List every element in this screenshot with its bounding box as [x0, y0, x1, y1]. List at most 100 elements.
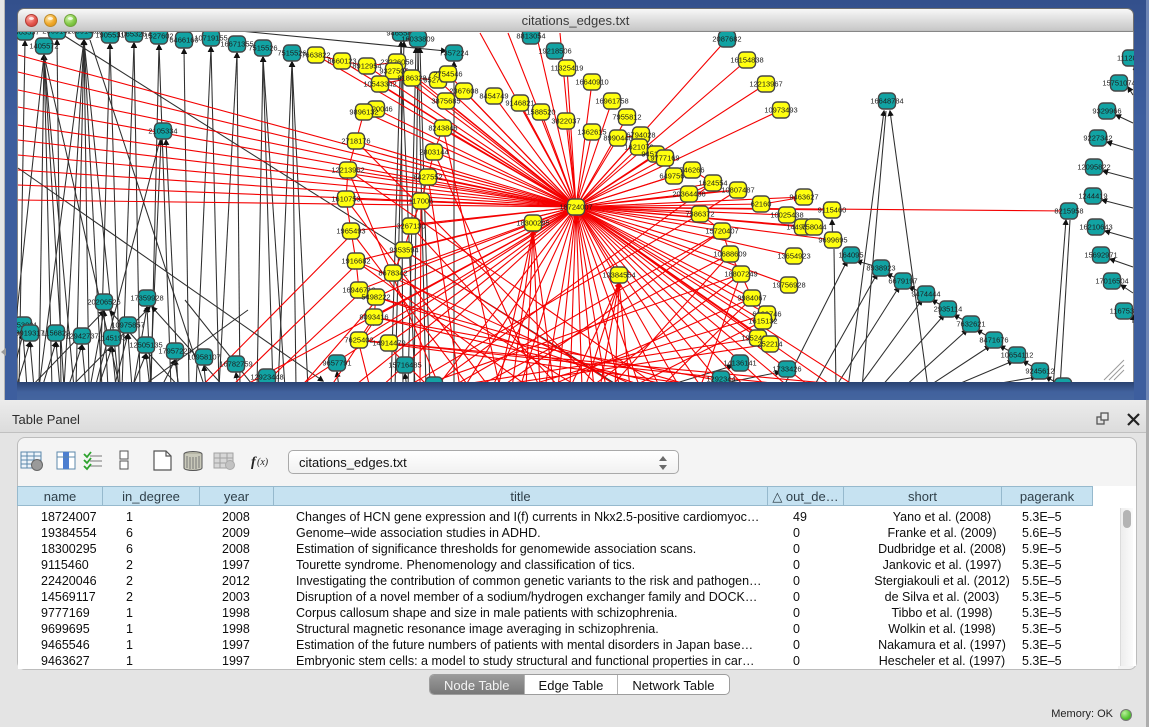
svg-text:2105334: 2105334: [148, 127, 177, 136]
svg-text:3267130: 3267130: [396, 222, 425, 231]
svg-text:12942737: 12942737: [65, 332, 98, 341]
svg-text:2087682: 2087682: [712, 35, 741, 44]
svg-text:758044: 758044: [801, 223, 826, 232]
svg-text:12213962: 12213962: [331, 166, 364, 175]
svg-text:16154838: 16154838: [730, 56, 763, 65]
svg-text:17359928: 17359928: [130, 294, 163, 303]
svg-text:9245081: 9245081: [419, 381, 448, 383]
svg-text:16961758: 16961758: [595, 97, 628, 106]
svg-text:7625402: 7625402: [344, 336, 373, 345]
svg-text:1244419: 1244419: [1078, 192, 1107, 201]
svg-text:13654923: 13654923: [777, 252, 810, 261]
svg-text:9474444: 9474444: [911, 290, 940, 299]
svg-text:8243848: 8243848: [428, 124, 457, 133]
svg-text:1588520: 1588520: [526, 108, 555, 117]
svg-text:16210643: 16210643: [1079, 223, 1112, 232]
svg-text:2803144: 2803144: [419, 148, 448, 157]
svg-text:7955812: 7955812: [612, 113, 641, 122]
svg-text:746266: 746266: [679, 166, 704, 175]
svg-text:10543342: 10543342: [363, 80, 396, 89]
svg-text:62160: 62160: [751, 200, 772, 209]
svg-text:1615132: 1615132: [748, 317, 777, 326]
svg-text:10975857: 10975857: [111, 321, 144, 330]
svg-text:3875685: 3875685: [431, 97, 460, 106]
svg-text:7357224: 7357224: [439, 49, 468, 58]
svg-text:1167533: 1167533: [1110, 307, 1134, 316]
svg-text:16648784: 16648784: [870, 97, 903, 106]
svg-text:7632621: 7632621: [956, 320, 985, 329]
svg-text:9777169: 9777169: [1048, 382, 1077, 383]
svg-text:10654112: 10654112: [1001, 351, 1034, 360]
svg-text:2718176: 2718176: [341, 137, 370, 146]
svg-text:9227342: 9227342: [1083, 134, 1112, 143]
svg-text:1965493: 1965493: [336, 227, 365, 236]
svg-text:3822037: 3822037: [551, 117, 580, 126]
svg-text:8186328: 8186328: [397, 74, 426, 83]
svg-text:9657791: 9657791: [322, 359, 351, 368]
svg-text:7386372: 7386372: [685, 210, 714, 219]
svg-text:1610753: 1610753: [331, 195, 360, 204]
svg-text:1916682: 1916682: [341, 257, 370, 266]
svg-text:9984067: 9984067: [737, 294, 766, 303]
svg-text:16033809: 16033809: [401, 35, 434, 44]
svg-text:1733426: 1733426: [772, 365, 801, 374]
svg-text:15692971: 15692971: [1084, 251, 1117, 260]
svg-text:12213967: 12213967: [749, 80, 782, 89]
svg-text:2754546: 2754546: [433, 70, 462, 79]
svg-text:10688609: 10688609: [713, 250, 746, 259]
svg-text:19218506: 19218506: [538, 47, 571, 56]
svg-text:15751074: 15751074: [1102, 79, 1134, 88]
svg-text:8471676: 8471676: [979, 336, 1008, 345]
svg-text:9245612: 9245612: [1025, 367, 1054, 376]
svg-text:12095822: 12095822: [1077, 163, 1110, 172]
svg-text:6679197: 6679197: [888, 277, 917, 286]
svg-text:7663822: 7663822: [301, 51, 330, 60]
svg-text:7515526: 7515526: [248, 44, 277, 53]
svg-text:9146821: 9146821: [505, 99, 534, 108]
svg-text:117006: 117006: [409, 197, 433, 206]
svg-text:11325419: 11325419: [551, 64, 584, 73]
svg-text:9463627: 9463627: [789, 193, 818, 202]
svg-text:14914479: 14914479: [372, 339, 405, 348]
svg-text:(x): (x): [257, 457, 269, 468]
svg-text:9777169: 9777169: [650, 154, 679, 163]
svg-text:1145193: 1145193: [98, 334, 127, 343]
svg-text:18807249: 18807249: [724, 270, 757, 279]
svg-text:1292344: 1292344: [706, 375, 735, 383]
svg-text:8813054: 8813054: [516, 32, 545, 41]
svg-text:9699695: 9699695: [818, 236, 847, 245]
svg-text:1362615: 1362615: [577, 128, 606, 137]
svg-text:9115460: 9115460: [818, 206, 847, 215]
svg-text:20206526: 20206526: [87, 298, 120, 307]
svg-text:8215958: 8215958: [1054, 207, 1083, 216]
svg-text:1903557: 1903557: [17, 32, 40, 37]
svg-text:15720407: 15720407: [705, 227, 738, 236]
svg-text:9896132: 9896132: [349, 108, 378, 117]
svg-text:16640910: 16640910: [575, 78, 608, 87]
svg-text:16782759: 16782759: [219, 360, 252, 369]
svg-text:8938923: 8938923: [866, 264, 895, 273]
svg-text:2935114: 2935114: [934, 305, 963, 314]
svg-text:10973493: 10973493: [764, 106, 797, 115]
svg-text:5498222: 5498222: [361, 293, 390, 302]
svg-text:1112847: 1112847: [1117, 54, 1134, 63]
svg-text:10958107: 10958107: [187, 353, 220, 362]
svg-text:12923448: 12923448: [250, 373, 283, 382]
svg-text:164095: 164095: [838, 251, 863, 260]
svg-text:18300295: 18300295: [516, 219, 549, 228]
svg-text:8093416: 8093416: [359, 313, 388, 322]
svg-text:18724007: 18724007: [559, 203, 592, 212]
svg-text:8454749: 8454749: [479, 92, 508, 101]
svg-text:6794028: 6794028: [626, 131, 655, 140]
svg-text:10807487: 10807487: [721, 186, 754, 195]
svg-text:8427552: 8427552: [413, 173, 442, 182]
svg-text:8678342: 8678342: [378, 269, 407, 278]
svg-text:252214: 252214: [757, 340, 782, 349]
svg-text:15716485: 15716485: [388, 361, 421, 370]
svg-text:17016504: 17016504: [1095, 277, 1128, 286]
svg-text:14136141: 14136141: [723, 359, 756, 368]
svg-text:19384554: 19384554: [602, 271, 635, 280]
svg-text:9329966: 9329966: [1092, 107, 1121, 116]
svg-text:19756928: 19756928: [772, 281, 805, 290]
svg-text:9353594: 9353594: [389, 246, 418, 255]
